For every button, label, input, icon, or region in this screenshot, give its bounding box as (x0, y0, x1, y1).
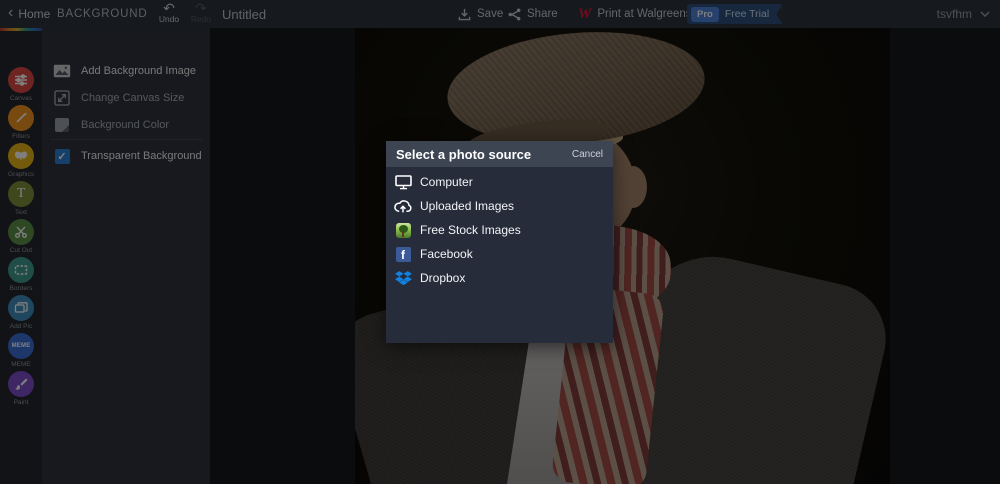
cloud-upload-icon (394, 198, 412, 215)
stock-image-icon (394, 222, 412, 239)
monitor-icon (394, 174, 412, 191)
dropbox-icon (394, 270, 412, 287)
dialog-title: Select a photo source (396, 147, 531, 162)
source-uploaded-images[interactable]: Uploaded Images (386, 194, 613, 218)
photo-editor-app: ‹ Home BACKGROUND ↶ Undo ↷ Redo Untitled… (0, 0, 1000, 484)
source-label: Uploaded Images (420, 199, 514, 213)
source-facebook[interactable]: f Facebook (386, 242, 613, 266)
dialog-header: Select a photo source Cancel (386, 141, 613, 167)
source-label: Computer (420, 175, 473, 189)
source-label: Dropbox (420, 271, 465, 285)
source-dropbox[interactable]: Dropbox (386, 266, 613, 290)
source-free-stock-images[interactable]: Free Stock Images (386, 218, 613, 242)
photo-source-dialog: Select a photo source Cancel Computer Up… (386, 141, 613, 343)
cancel-button[interactable]: Cancel (572, 149, 603, 160)
facebook-icon: f (394, 246, 412, 263)
source-label: Facebook (420, 247, 473, 261)
source-computer[interactable]: Computer (386, 170, 613, 194)
source-label: Free Stock Images (420, 223, 521, 237)
dialog-body: Computer Uploaded Images Free Stock Imag… (386, 167, 613, 343)
